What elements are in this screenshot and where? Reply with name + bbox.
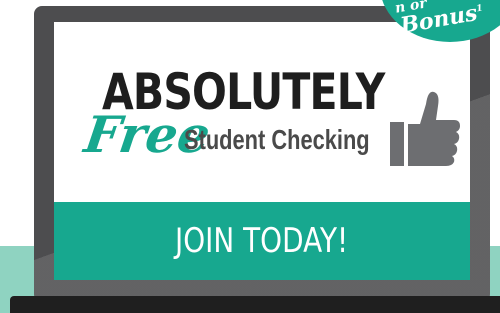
join-today-button[interactable]: JOIN TODAY! bbox=[54, 202, 470, 280]
product-name: Student Checking bbox=[184, 124, 370, 155]
laptop-base bbox=[10, 296, 500, 313]
laptop-screen: ABSOLUTELY Free Student Checking JOIN TO… bbox=[54, 22, 470, 280]
join-today-label: JOIN TODAY! bbox=[175, 221, 349, 261]
thumbs-up-icon bbox=[390, 91, 460, 166]
